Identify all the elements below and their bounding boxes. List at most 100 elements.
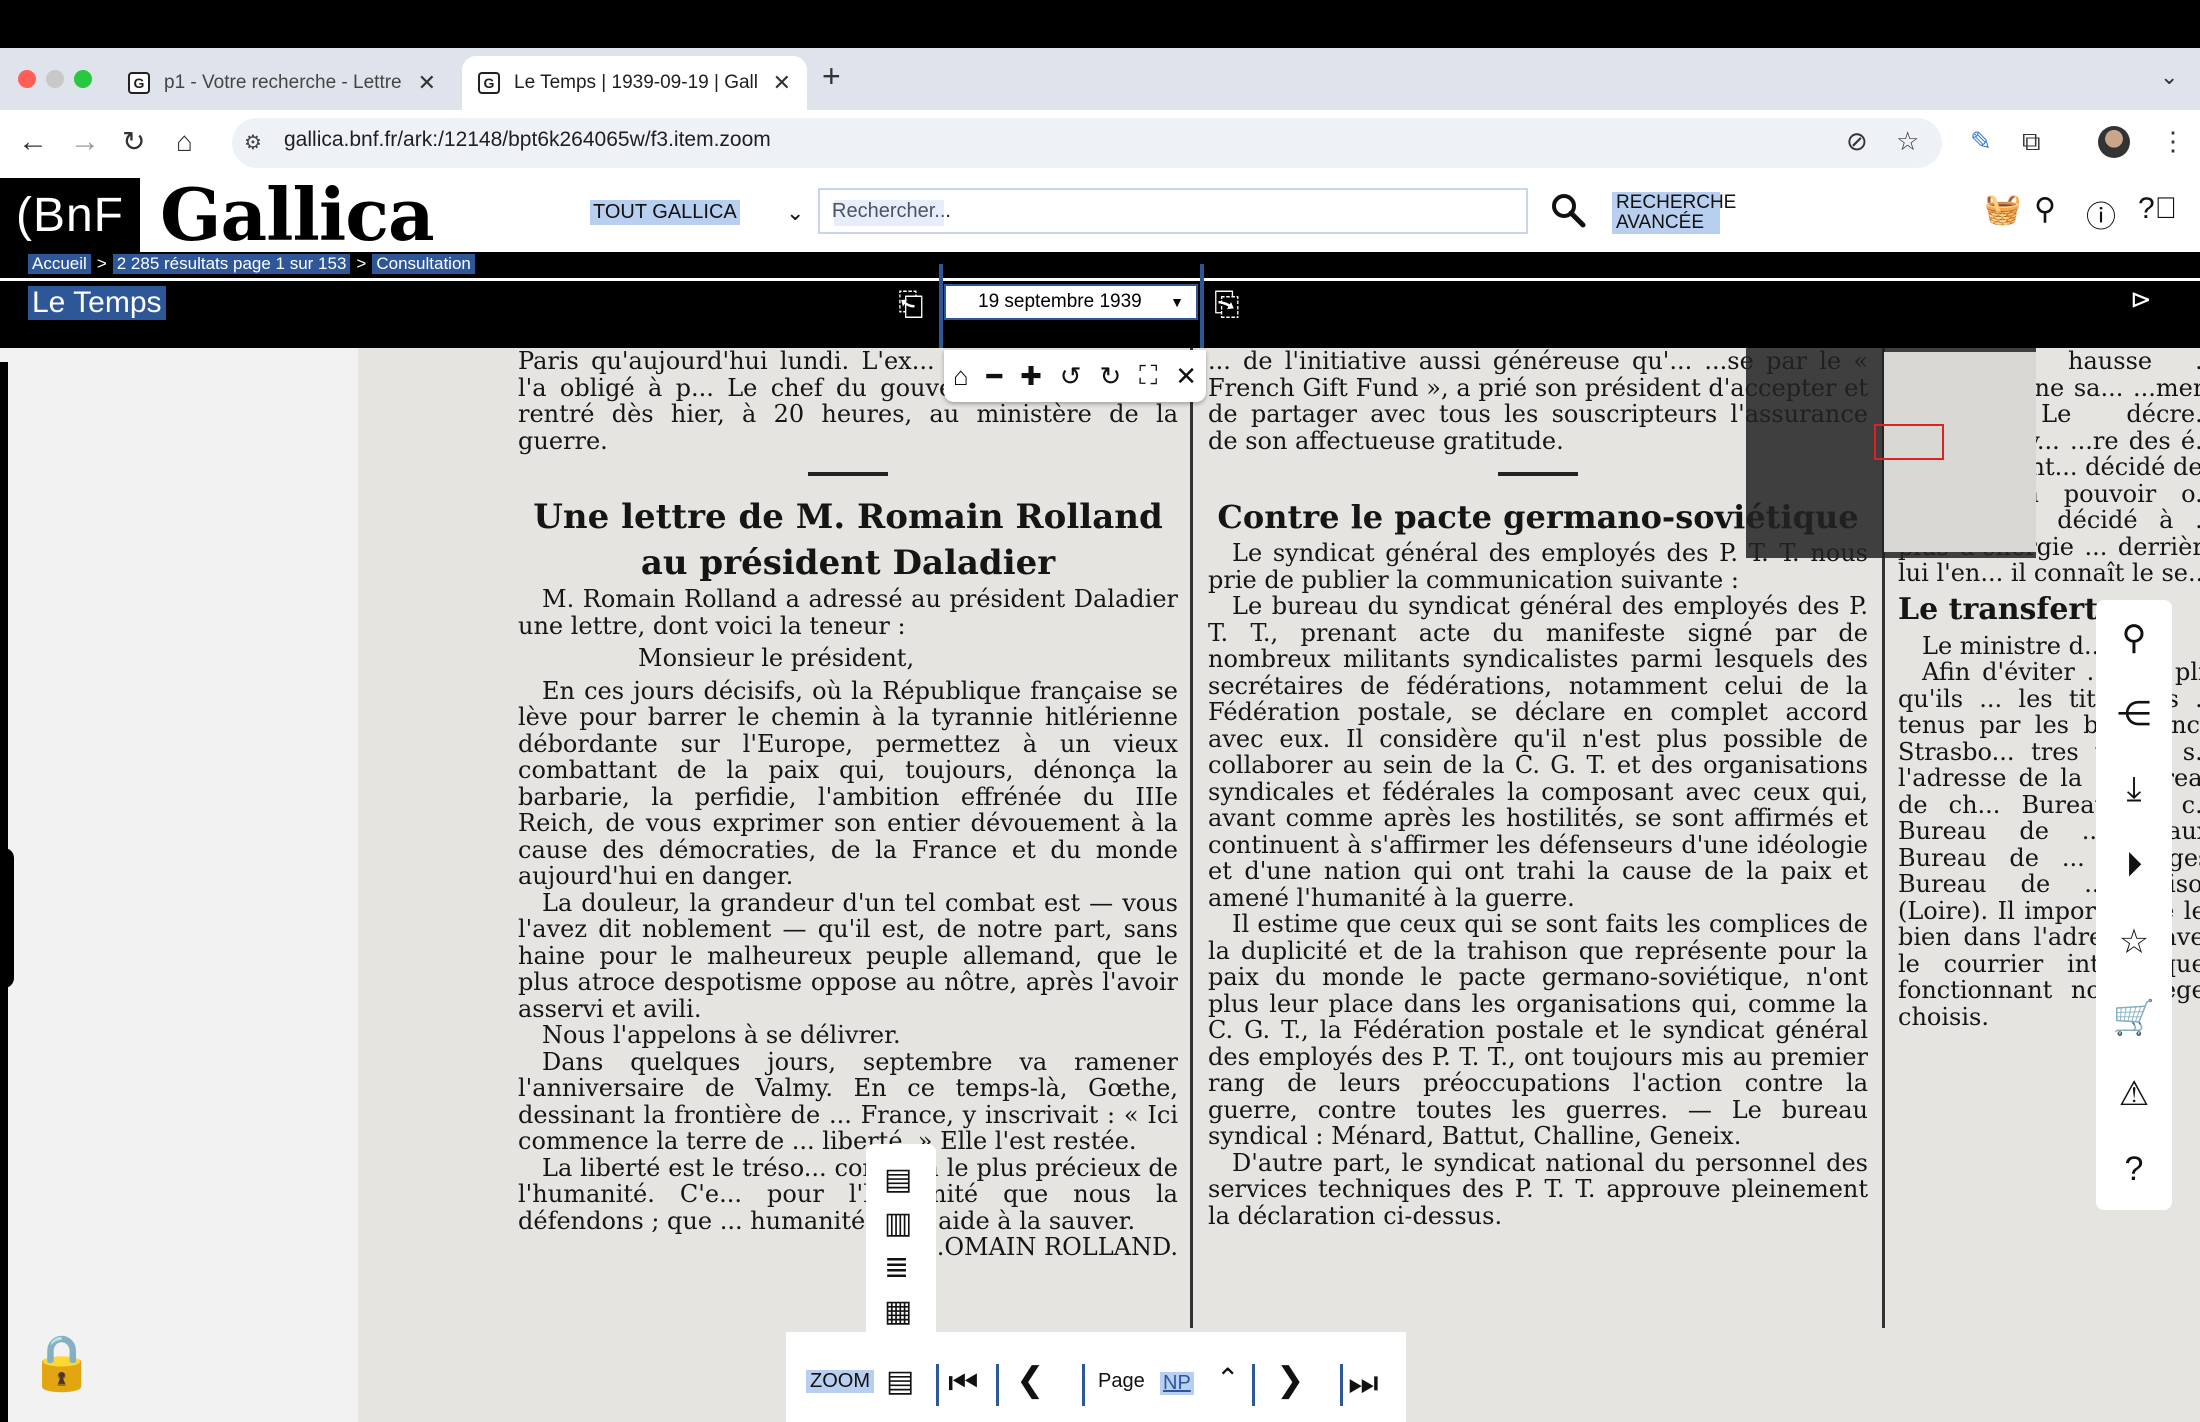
divider-line bbox=[0, 278, 2200, 281]
share-icon[interactable]: ⋲ bbox=[2110, 694, 2158, 734]
breadcrumb-separator: > bbox=[356, 254, 367, 273]
eye-off-icon[interactable]: ⊘ bbox=[1846, 126, 1868, 157]
text-mode-icon[interactable]: ≣ bbox=[884, 1250, 909, 1285]
rotate-right-icon[interactable]: ↻ bbox=[1099, 361, 1121, 392]
breadcrumb: Accueil > 2 285 résultats page 1 sur 153… bbox=[28, 254, 475, 274]
chevron-up-icon[interactable]: ⌃ bbox=[1216, 1362, 1239, 1395]
breadcrumb-separator: > bbox=[96, 254, 107, 273]
zoom-out-icon[interactable]: ━ bbox=[987, 361, 1003, 392]
breadcrumb-home[interactable]: Accueil bbox=[28, 254, 91, 274]
zoom-toolbar: ⌂ ━ ✚ ↺ ↻ ⛶ ✕ bbox=[944, 350, 1206, 402]
right-toolbar bbox=[2096, 600, 2172, 1210]
column-rule bbox=[1190, 348, 1193, 1328]
tag-toggle-icon[interactable]: ⊳ bbox=[2130, 284, 2152, 315]
gallica-favicon-icon: G bbox=[478, 72, 500, 94]
gallica-favicon-icon: G bbox=[128, 72, 150, 94]
caret-down-icon: ▼ bbox=[1170, 294, 1184, 310]
navigator-viewport-box[interactable] bbox=[1874, 424, 1944, 460]
close-tab-icon[interactable]: ✕ bbox=[773, 70, 807, 96]
page-view-icon[interactable]: ▤ bbox=[886, 1364, 914, 1399]
issue-date-select[interactable]: 19 septembre 1939 ▼ bbox=[944, 284, 1198, 320]
breadcrumb-current: Consultation bbox=[372, 254, 475, 274]
profile-avatar[interactable] bbox=[2098, 126, 2130, 158]
home-icon[interactable]: ⌂ bbox=[176, 124, 193, 160]
issue-date-value: 19 septembre 1939 bbox=[978, 291, 1142, 312]
separator bbox=[996, 1364, 999, 1406]
tab-search-chevron-icon[interactable]: ⌄ bbox=[2160, 64, 2178, 90]
close-tab-icon[interactable]: ✕ bbox=[418, 70, 452, 96]
close-window-button[interactable] bbox=[18, 70, 36, 88]
page-number-input[interactable]: NP bbox=[1160, 1372, 1194, 1395]
gallica-logo[interactable]: Gallica bbox=[160, 172, 435, 257]
basket-icon[interactable]: 🧺 bbox=[1984, 192, 2021, 227]
user-account-icon[interactable]: ⚲ bbox=[2034, 192, 2056, 227]
home-view-icon[interactable]: ⌂ bbox=[953, 361, 969, 392]
play-icon[interactable]: ⏵ bbox=[2110, 846, 2158, 885]
zoom-in-icon[interactable]: ✚ bbox=[1020, 361, 1042, 392]
article-text: Il estime que ceux qui se sont faits les… bbox=[1208, 910, 1868, 1150]
date-frame-left bbox=[939, 264, 943, 348]
article-text: Le bureau du syndicat général des employ… bbox=[1208, 592, 1868, 912]
search-icon[interactable] bbox=[1550, 192, 1586, 228]
previous-issue-icon[interactable]: ⎗ bbox=[898, 286, 924, 324]
previous-page-icon[interactable]: ❮ bbox=[1016, 1360, 1045, 1400]
single-page-icon[interactable]: ▤ bbox=[884, 1162, 912, 1197]
site-info-icon[interactable]: ⚙ bbox=[244, 130, 262, 155]
url-text[interactable]: gallica.bnf.fr/ark:/12148/bpt6k264065w/f… bbox=[284, 128, 771, 152]
tab-le-temps[interactable]: G Le Temps | 1939-09-19 | Gallica ✕ bbox=[462, 56, 807, 110]
tab-search-results[interactable]: G p1 - Votre recherche - Lettre d... ✕ bbox=[112, 56, 452, 110]
advanced-search-label: RECHERCHE AVANCÉE bbox=[1616, 192, 1737, 233]
rotate-left-icon[interactable]: ↺ bbox=[1060, 361, 1082, 392]
chevron-down-icon[interactable]: ⌄ bbox=[786, 200, 804, 226]
article-separator bbox=[1498, 472, 1578, 476]
tab-title: Le Temps | 1939-09-19 | Gallica bbox=[514, 72, 759, 93]
breadcrumb-results[interactable]: 2 285 résultats page 1 sur 153 bbox=[112, 254, 351, 274]
bnf-logo[interactable]: (BnF bbox=[0, 178, 140, 252]
back-arrow-icon[interactable]: ← bbox=[18, 124, 48, 160]
cart-icon[interactable]: 🛒 bbox=[2110, 998, 2158, 1038]
bookmark-star-icon[interactable]: ☆ bbox=[1896, 126, 1919, 157]
browser-menu-icon[interactable]: ⋮ bbox=[2160, 126, 2186, 157]
advanced-search-link[interactable]: RECHERCHE AVANCÉE bbox=[1612, 192, 1736, 234]
sidebar-toggle-handle[interactable] bbox=[0, 848, 14, 988]
favorite-star-icon[interactable]: ☆ bbox=[2110, 922, 2158, 962]
article-signature: ...OMAIN ROLLAND. bbox=[921, 1233, 1178, 1261]
separator bbox=[936, 1364, 939, 1406]
search-icon[interactable]: ⚲ bbox=[2110, 618, 2158, 658]
search-scope-select[interactable]: TOUT GALLICA bbox=[590, 200, 740, 225]
help-icon[interactable]: ? bbox=[2110, 1150, 2158, 1189]
lock-icon[interactable]: 🔒 bbox=[28, 1332, 95, 1395]
article-text: Dans quelques jours, septembre va ramene… bbox=[518, 1047, 1178, 1155]
new-tab-button[interactable]: + bbox=[822, 58, 841, 95]
warning-icon[interactable]: ⚠ bbox=[2110, 1074, 2158, 1114]
separator bbox=[1252, 1364, 1255, 1406]
help-icon[interactable]: ?⃝ bbox=[2138, 192, 2177, 226]
forward-arrow-icon[interactable]: → bbox=[70, 124, 100, 160]
fullscreen-icon[interactable]: ⛶ bbox=[1139, 360, 1157, 392]
page-navigation-bar bbox=[786, 1332, 1406, 1422]
close-icon[interactable]: ✕ bbox=[1175, 361, 1197, 392]
extensions-puzzle-icon[interactable]: ⧉ bbox=[2022, 126, 2041, 158]
article-text: M. Romain Rolland a adressé au président… bbox=[518, 585, 1178, 640]
download-icon[interactable]: ⤓ bbox=[2110, 770, 2158, 809]
zoom-mode-button[interactable]: ZOOM bbox=[806, 1370, 874, 1393]
minimize-window-button[interactable] bbox=[46, 70, 64, 88]
article-text: D'autre part, le syndicat national du pe… bbox=[1208, 1148, 1868, 1230]
reload-icon[interactable]: ↻ bbox=[122, 124, 145, 160]
double-page-icon[interactable]: ▥ bbox=[884, 1206, 912, 1241]
info-icon[interactable]: ⓘ bbox=[2086, 192, 2116, 236]
first-page-icon[interactable]: ⏮ bbox=[948, 1364, 979, 1403]
tab-strip: G p1 - Votre recherche - Lettre d... ✕ G… bbox=[0, 48, 2200, 110]
article-separator bbox=[808, 472, 888, 476]
last-page-icon[interactable]: ⏭ bbox=[1348, 1364, 1379, 1403]
search-input[interactable] bbox=[818, 188, 1528, 234]
document-title[interactable]: Le Temps bbox=[28, 286, 166, 320]
grid-mode-icon[interactable]: ▦ bbox=[884, 1294, 912, 1329]
date-frame-right bbox=[1200, 264, 1204, 348]
extension-feather-icon[interactable]: ✎ bbox=[1970, 126, 1992, 157]
next-issue-icon[interactable]: ⎘ bbox=[1214, 286, 1240, 324]
separator bbox=[1082, 1364, 1085, 1406]
next-page-icon[interactable]: ❯ bbox=[1276, 1360, 1305, 1400]
maximize-window-button[interactable] bbox=[74, 70, 92, 88]
article-text: La douleur, la grandeur d'un tel combat … bbox=[518, 888, 1178, 1023]
